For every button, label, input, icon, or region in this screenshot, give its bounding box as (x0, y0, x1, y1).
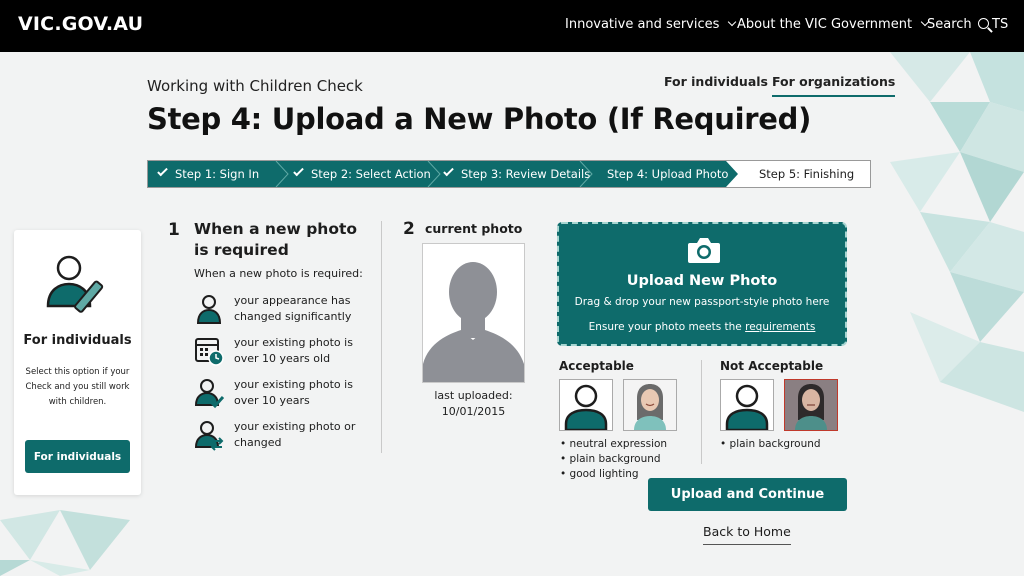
site-header: VIC.GOV.AU Innovative and services About… (0, 0, 1024, 52)
ensure-text: Ensure your photo meets the (588, 321, 742, 333)
bullet-item: • neutral expression (560, 438, 668, 450)
section-1-subtitle: When a new photo is required: (194, 267, 363, 280)
card-title: For individuals (23, 333, 132, 348)
step-3[interactable]: Step 3: Review Details (443, 161, 591, 187)
requirement-item: your existing photo is over 10 years (194, 377, 364, 411)
decorative-triangles-left (0, 510, 130, 576)
search-icon (977, 18, 989, 29)
person-icon (196, 295, 222, 324)
woman-portrait-icon (785, 380, 837, 430)
person-check-icon (194, 379, 224, 409)
requirement-text: your existing photo or changed (234, 420, 356, 449)
card-description: Select this option if your Check and you… (25, 367, 130, 407)
upload-description: Drag & drop your new passport-style phot… (574, 296, 830, 308)
section-divider (381, 221, 382, 453)
acceptable-title: Acceptable (559, 359, 634, 373)
step-label: Step 2: Select Action (311, 167, 431, 181)
step-label: Step 5: Finishing (759, 167, 855, 181)
examples-divider (701, 360, 702, 464)
progress-stepper: Step 1: Sign In Step 2: Select Action St… (147, 160, 871, 188)
page-subtitle: Working with Children Check (147, 77, 363, 95)
requirement-item: your existing photo or changed (194, 419, 364, 453)
acceptable-example-photo (623, 379, 677, 431)
step-label: Step 4: Upload Photo (607, 167, 729, 181)
requirement-text: your appearance has changed significantl… (234, 294, 352, 323)
nav-label: Innovative and services (565, 17, 720, 32)
page-title: Step 4: Upload a New Photo (If Required) (147, 102, 812, 136)
requirements-link[interactable]: requirements (745, 321, 815, 333)
last-uploaded: last uploaded: 10/01/2015 (410, 388, 537, 420)
nav-about-government[interactable]: About the VIC Government (737, 17, 930, 32)
current-photo (422, 243, 525, 383)
individuals-card: For individuals Select this option if yo… (14, 230, 141, 495)
tab-for-individuals[interactable]: For individuals (664, 74, 768, 95)
not-acceptable-example-photo (784, 379, 838, 431)
bullet-item: • plain background (720, 438, 821, 450)
requirement-item: your appearance has changed significantl… (194, 293, 364, 327)
upload-requirements-note: Ensure your photo meets the requirements (559, 321, 845, 333)
step-5[interactable]: Step 5: Finishing (759, 161, 854, 187)
last-uploaded-date: 10/01/2015 (441, 405, 506, 418)
search-label: Search (927, 17, 972, 32)
section-2-number: 2 (403, 219, 415, 239)
upload-dropzone[interactable]: Upload New Photo Drag & drop your new pa… (557, 222, 847, 346)
person-silhouette-icon (564, 384, 608, 430)
step-label: Step 3: Review Details (461, 167, 591, 181)
upload-and-continue-button[interactable]: Upload and Continue (648, 478, 847, 511)
nav-innovative-services[interactable]: Innovative and services (565, 17, 737, 32)
chevron-down-icon (728, 17, 737, 27)
requirement-text: your existing photo is over 10 years (234, 378, 353, 407)
last-uploaded-label: last uploaded: (434, 389, 513, 402)
user-initials[interactable]: TS (992, 17, 1008, 32)
step-2[interactable]: Step 2: Select Action (293, 161, 431, 187)
calendar-clock-icon (195, 338, 224, 366)
bullet-item: • plain background (560, 453, 661, 465)
requirement-text: your existing photo is over 10 years old (234, 336, 353, 365)
search-button[interactable]: Search (927, 17, 989, 32)
not-acceptable-example-photo (720, 379, 774, 431)
woman-portrait-icon (624, 380, 676, 430)
upload-title: Upload New Photo (626, 273, 778, 289)
person-edit-icon (46, 255, 104, 313)
tab-for-organizations[interactable]: For organizations (772, 74, 896, 97)
section-1-title: When a new photo is required (194, 220, 358, 259)
acceptable-bullets: • neutral expression • plain background … (560, 437, 667, 482)
step-4-current[interactable]: Step 4: Upload Photo (607, 161, 728, 187)
step-1[interactable]: Step 1: Sign In (157, 161, 260, 187)
nav-label: About the VIC Government (737, 17, 913, 32)
site-logo[interactable]: VIC.GOV.AU (18, 13, 143, 35)
requirement-item: your existing photo is over 10 years old (194, 335, 364, 369)
not-acceptable-bullets: • plain background (720, 437, 821, 452)
photo-placeholder-icon (423, 262, 524, 382)
not-acceptable-title: Not Acceptable (720, 359, 824, 373)
section-1-number: 1 (168, 220, 180, 240)
person-silhouette-icon (725, 384, 769, 430)
decorative-triangles-right (890, 52, 1024, 412)
acceptable-example-photo (559, 379, 613, 431)
back-to-home-link[interactable]: Back to Home (703, 524, 791, 545)
camera-icon (688, 238, 720, 263)
for-individuals-button[interactable]: For individuals (25, 440, 130, 473)
section-2-title: current photo (425, 221, 523, 236)
person-swap-icon (194, 421, 224, 451)
step-label: Step 1: Sign In (175, 167, 260, 181)
